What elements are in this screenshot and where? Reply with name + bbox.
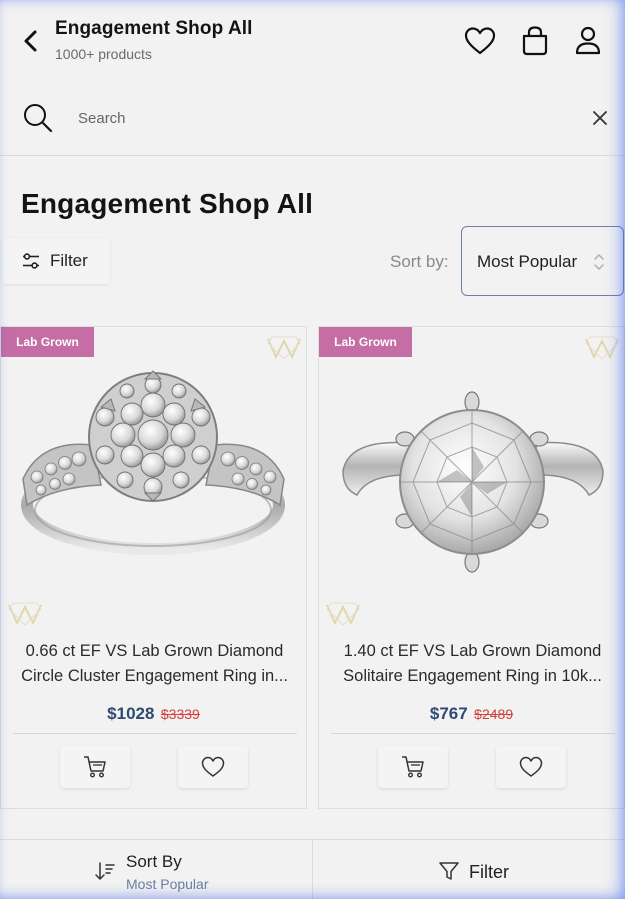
- solitaire-ring-image: [342, 391, 604, 573]
- bottom-filter-button[interactable]: Filter: [313, 840, 625, 899]
- chevron-up-down-icon: [594, 254, 604, 270]
- filter-button[interactable]: Filter: [2, 238, 110, 284]
- bottom-sort-value: Most Popular: [126, 876, 209, 892]
- brand-watermark-icon: [585, 336, 619, 360]
- original-price: $3339: [160, 706, 200, 722]
- search-bar: [0, 88, 625, 156]
- page-title: Engagement Shop All: [21, 188, 314, 219]
- sale-price: $1028: [107, 704, 155, 723]
- bottom-sort-button[interactable]: Sort By Most Popular: [0, 840, 312, 899]
- brand-watermark-icon: [267, 336, 301, 360]
- shopping-bag-icon[interactable]: [518, 24, 552, 58]
- bottom-action-bar: Sort By Most Popular Filter: [0, 839, 625, 899]
- price-row: $767 $2489: [319, 704, 624, 724]
- add-to-cart-button[interactable]: [60, 746, 130, 788]
- user-account-icon[interactable]: [571, 24, 605, 58]
- price-row: $1028 $3339: [1, 704, 306, 724]
- product-image[interactable]: Lab Grown: [319, 327, 624, 625]
- heart-icon: [519, 756, 543, 777]
- sale-price: $767: [429, 704, 468, 723]
- close-icon[interactable]: [590, 108, 610, 128]
- product-card[interactable]: Lab Grown 1.40 ct EF VS Lab Grown Diamon…: [318, 326, 625, 809]
- product-title-line2: Circle Cluster Engagement Ring in...: [21, 667, 288, 685]
- cluster-ring-image: [21, 370, 285, 555]
- sort-select[interactable]: Most Popular: [461, 226, 624, 296]
- shopping-cart-icon: [84, 756, 106, 778]
- add-to-cart-button[interactable]: [378, 746, 448, 788]
- product-image[interactable]: Lab Grown: [1, 327, 306, 625]
- wishlist-heart-icon[interactable]: [463, 24, 497, 58]
- divider: [13, 733, 297, 734]
- funnel-filter-icon: [439, 862, 459, 880]
- product-title[interactable]: 1.40 ct EF VS Lab Grown Diamond Solitair…: [331, 639, 614, 689]
- add-to-wishlist-button[interactable]: [178, 746, 248, 788]
- bottom-sort-label: Sort By: [126, 852, 182, 871]
- filter-sliders-icon: [23, 253, 39, 269]
- product-title-line1: 0.66 ct EF VS Lab Grown Diamond: [25, 642, 284, 660]
- product-title-line2: Solitaire Engagement Ring in 10k...: [343, 667, 602, 685]
- product-card[interactable]: Lab Grown 0.66 ct EF VS Lab Grown Diamon…: [0, 326, 307, 809]
- product-title-line1: 1.40 ct EF VS Lab Grown Diamond: [343, 642, 602, 660]
- sort-select-value: Most Popular: [477, 252, 578, 271]
- app-header: Engagement Shop All 1000+ products: [0, 0, 625, 82]
- bottom-filter-label: Filter: [469, 862, 509, 882]
- header-subtitle: 1000+ products: [55, 46, 152, 62]
- lab-grown-badge: Lab Grown: [319, 327, 412, 357]
- header-title: Engagement Shop All: [55, 18, 253, 39]
- lab-grown-badge: Lab Grown: [1, 327, 94, 357]
- original-price: $2489: [474, 706, 514, 722]
- heart-icon: [201, 756, 225, 777]
- shopping-cart-icon: [402, 756, 424, 778]
- sort-by-label: Sort by:: [390, 252, 449, 271]
- back-arrow-icon[interactable]: [18, 26, 44, 56]
- search-input[interactable]: [78, 102, 558, 134]
- filter-label: Filter: [50, 251, 88, 270]
- add-to-wishlist-button[interactable]: [496, 746, 566, 788]
- search-icon: [24, 104, 53, 133]
- divider: [331, 733, 615, 734]
- product-title[interactable]: 0.66 ct EF VS Lab Grown Diamond Circle C…: [13, 639, 296, 689]
- brand-watermark-icon: [8, 602, 42, 625]
- brand-watermark-icon: [326, 602, 360, 625]
- sort-descending-icon: [95, 862, 115, 880]
